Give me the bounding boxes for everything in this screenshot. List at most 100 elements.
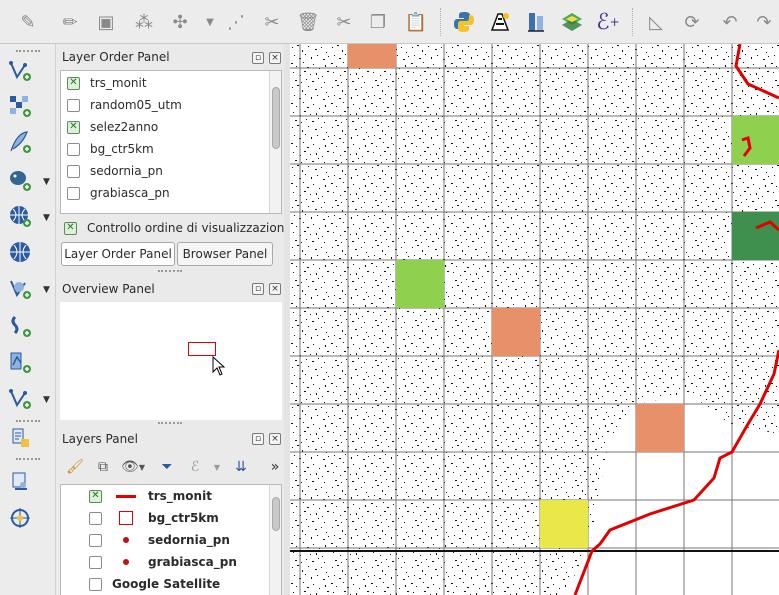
checkbox[interactable]: ✕ <box>64 221 77 235</box>
layers-3d-icon[interactable] <box>558 8 586 36</box>
add-spatialite-icon[interactable] <box>6 312 34 340</box>
georeference-icon[interactable] <box>6 468 34 496</box>
display-order-control[interactable]: ✕ Controllo ordine di visualizzazione <box>64 217 292 239</box>
checkbox[interactable] <box>67 186 80 200</box>
point-symbol-icon <box>112 533 140 547</box>
checkbox[interactable] <box>89 555 102 569</box>
checkbox[interactable] <box>89 577 102 591</box>
filter-icon[interactable]: ⏷ <box>156 456 178 478</box>
new-layer-icon[interactable] <box>6 424 34 452</box>
add-wms-icon[interactable] <box>6 202 34 230</box>
layer-row[interactable]: Google Satellite <box>89 573 220 595</box>
list-item[interactable]: grabiasca_pn <box>67 182 170 204</box>
cut-icon[interactable]: ✂ <box>258 8 286 36</box>
dropdown-arrow-icon[interactable]: ▼ <box>43 177 50 187</box>
add-virtual-layer-icon[interactable] <box>6 348 34 376</box>
checkbox[interactable] <box>67 142 80 156</box>
tab-browser[interactable]: Browser Panel <box>177 242 273 266</box>
panel-splitter[interactable] <box>158 270 182 274</box>
toolbar-handle[interactable] <box>16 458 40 462</box>
dropdown-arrow-icon[interactable]: ▼ <box>43 395 50 405</box>
copy-icon[interactable]: ❐ <box>364 8 392 36</box>
close-panel-icon[interactable]: × <box>269 283 281 295</box>
layer-row[interactable]: ✕ trs_monit <box>89 485 212 507</box>
expression-filter-icon[interactable]: ℰ <box>184 456 206 478</box>
panel-splitter[interactable] <box>158 422 182 426</box>
paste-icon[interactable]: 📋 <box>402 8 430 36</box>
overview-canvas[interactable] <box>60 302 282 420</box>
transform-icon[interactable]: ⟳ <box>678 8 706 36</box>
ruler-icon[interactable]: ◺ <box>642 8 670 36</box>
toolbar-separator <box>632 8 633 36</box>
checkbox[interactable] <box>89 511 102 525</box>
dropdown-arrow-icon[interactable]: ▼ <box>43 213 50 223</box>
list-item[interactable]: sedornia_pn <box>67 160 163 182</box>
dropdown-icon[interactable]: ▼ <box>196 8 224 36</box>
list-item[interactable]: random05_utm <box>67 94 182 116</box>
layer-row[interactable]: bg_ctr5km <box>89 507 219 529</box>
scrollbar[interactable] <box>269 71 281 213</box>
undo-icon[interactable]: ↶ <box>716 8 744 36</box>
checkbox[interactable]: ✕ <box>67 76 80 90</box>
toolbar-separator <box>440 8 441 36</box>
close-panel-icon[interactable]: × <box>269 433 281 445</box>
add-raster-layer-icon[interactable] <box>6 92 34 120</box>
gps-icon[interactable] <box>486 8 514 36</box>
dropdown-arrow-icon[interactable]: ▼ <box>43 285 50 295</box>
list-item-label: trs_monit <box>90 76 147 90</box>
checkbox[interactable] <box>67 164 80 178</box>
add-group-icon[interactable]: ⧉ <box>92 456 114 478</box>
list-item-label: grabiasca_pn <box>90 186 170 200</box>
scrollbar-thumb[interactable] <box>272 497 280 531</box>
edit-pencil-icon[interactable]: ✏ <box>56 8 84 36</box>
more-tools-icon[interactable]: » <box>264 456 286 478</box>
delete-feature-icon[interactable]: 🗑 <box>294 8 322 36</box>
float-panel-icon[interactable]: ▫ <box>252 52 264 64</box>
add-point-icon[interactable]: ⁂ <box>130 8 158 36</box>
move-feature-icon[interactable]: ✣ <box>166 8 194 36</box>
data-source-toolbar: ▼ ▼ ▼ ▼ <box>0 44 56 595</box>
list-item-label: sedornia_pn <box>90 164 163 178</box>
dropdown-icon[interactable]: ▼ <box>206 456 228 478</box>
python-icon[interactable] <box>450 8 478 36</box>
add-wcs-icon[interactable] <box>6 238 34 266</box>
checkbox[interactable] <box>89 533 102 547</box>
style-manager-icon[interactable]: 🖌 <box>64 456 86 478</box>
layer-row[interactable]: grabiasca_pn <box>89 551 237 573</box>
layer-label: grabiasca_pn <box>148 555 237 569</box>
digitize-icon[interactable]: ✎ <box>14 8 42 36</box>
list-item[interactable]: bg_ctr5km <box>67 138 154 160</box>
close-panel-icon[interactable]: × <box>269 52 281 64</box>
checkbox[interactable]: ✕ <box>67 120 80 134</box>
cut-features-icon[interactable]: ✂ <box>330 8 358 36</box>
scrollbar[interactable] <box>269 485 281 595</box>
add-postgis-icon[interactable] <box>6 166 34 194</box>
float-panel-icon[interactable]: ▫ <box>252 433 264 445</box>
overview-panel-title: Overview Panel <box>62 282 155 296</box>
add-vector-layer-icon[interactable] <box>6 56 34 84</box>
scrollbar-thumb[interactable] <box>272 87 280 149</box>
measure-icon[interactable] <box>522 8 550 36</box>
tab-layer-order[interactable]: Layer Order Panel <box>61 242 175 266</box>
redo-icon[interactable]: ↷ <box>750 8 778 36</box>
checkbox[interactable] <box>67 98 80 112</box>
gps-tool-icon[interactable] <box>6 504 34 532</box>
save-edits-icon[interactable]: ▣ <box>92 8 120 36</box>
visibility-eye-icon[interactable]: 👁 ▼ <box>121 456 145 478</box>
checkbox[interactable]: ✕ <box>89 489 102 503</box>
float-panel-icon[interactable]: ▫ <box>252 283 264 295</box>
map-render[interactable] <box>290 44 779 595</box>
expand-all-icon[interactable]: ⇊ <box>230 456 252 478</box>
add-delimited-text-icon[interactable] <box>6 128 34 156</box>
toolbar-handle[interactable] <box>16 50 40 54</box>
expression-icon[interactable]: ℰ + <box>594 8 622 36</box>
new-shapefile-icon[interactable] <box>6 384 34 412</box>
overview-extent-box[interactable] <box>188 342 216 356</box>
layer-row[interactable]: sedornia_pn <box>89 529 230 551</box>
node-tool-icon[interactable]: ⋰ <box>222 8 250 36</box>
add-wfs-icon[interactable] <box>6 274 34 302</box>
mouse-cursor-icon <box>212 356 226 376</box>
list-item[interactable]: ✕ selez2anno <box>67 116 158 138</box>
list-item[interactable]: ✕ trs_monit <box>67 72 147 94</box>
map-canvas[interactable] <box>290 44 779 595</box>
